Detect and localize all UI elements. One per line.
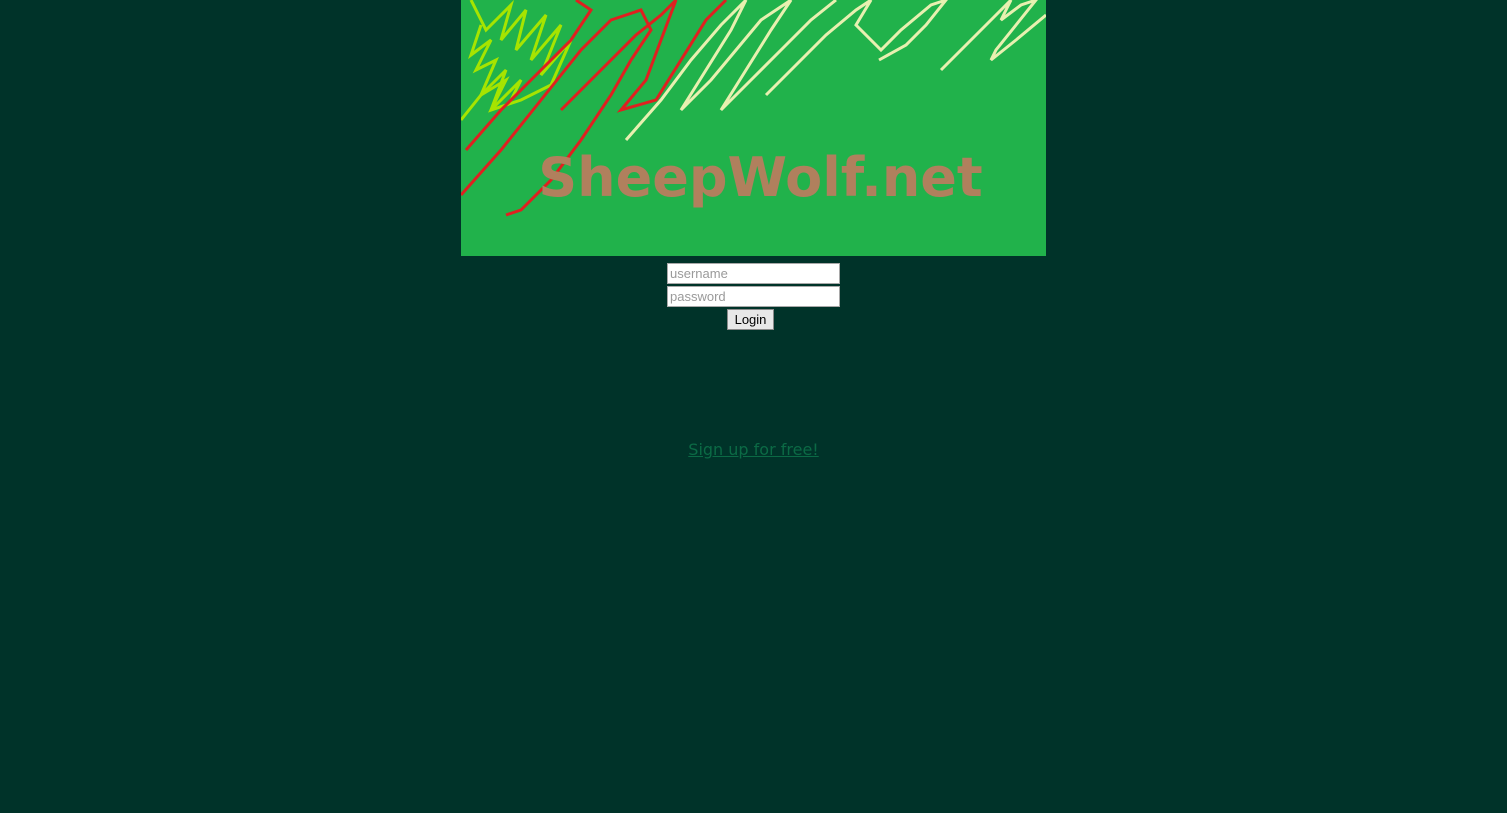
login-page: SheepWolf.net Login Sign up for free! bbox=[0, 0, 1507, 813]
scribble-artwork bbox=[461, 0, 1046, 217]
site-banner: SheepWolf.net bbox=[461, 0, 1046, 256]
password-input[interactable] bbox=[667, 286, 840, 307]
signup-link[interactable]: Sign up for free! bbox=[0, 440, 1507, 459]
username-input[interactable] bbox=[667, 263, 840, 284]
site-logo-title: SheepWolf.net bbox=[538, 146, 983, 209]
login-button[interactable]: Login bbox=[727, 309, 774, 330]
